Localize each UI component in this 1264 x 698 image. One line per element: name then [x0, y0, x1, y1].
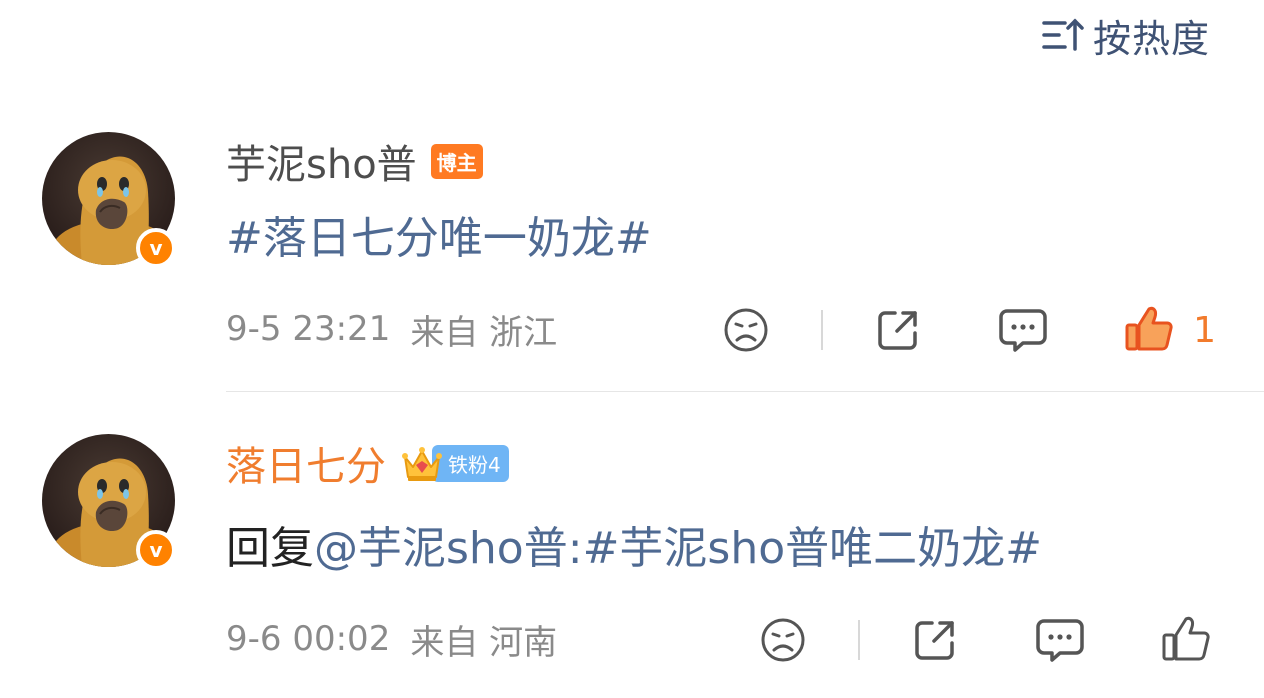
hashtag-link[interactable]: #落日七分唯一奶龙# [226, 213, 652, 264]
blogger-badge: 博主 [430, 143, 483, 179]
comment-button[interactable] [1034, 615, 1086, 665]
comment-icon [1036, 619, 1084, 662]
username[interactable]: 芋泥sho普 [226, 132, 417, 190]
share-button[interactable] [910, 615, 960, 665]
timestamp: 9-6 00:02 [226, 619, 391, 659]
comment-actions: 1 [721, 300, 1216, 360]
comment-icon [999, 309, 1047, 352]
hashtag-link[interactable]: #芋泥sho普唯二奶龙# [583, 523, 1042, 574]
like-button[interactable] [1160, 615, 1212, 665]
location: 来自 浙江 [410, 312, 558, 353]
avatar[interactable]: v [42, 132, 176, 268]
avatar[interactable]: v [42, 434, 176, 570]
mention-link[interactable]: @芋泥sho普 [314, 523, 568, 574]
sad-face-icon [761, 618, 805, 662]
comment-meta: 9-6 00:02 来自 河南 [226, 614, 557, 664]
timestamp: 9-5 23:21 [226, 309, 391, 349]
thumbs-up-icon [1162, 616, 1210, 661]
dislike-button[interactable] [758, 615, 808, 665]
thumbs-up-filled-icon [1125, 306, 1173, 351]
comment-divider [226, 391, 1264, 392]
share-icon [915, 621, 954, 660]
divider [821, 310, 824, 350]
comment-meta: 9-5 23:21 来自 浙江 [226, 304, 557, 354]
sad-face-icon [724, 308, 768, 352]
crown-icon [402, 447, 442, 481]
location: 来自 河南 [410, 622, 558, 663]
sort-label: 按热度 [1092, 16, 1210, 61]
verified-v-icon: v [136, 228, 176, 268]
share-icon [878, 311, 917, 350]
sort-by-hot-button[interactable]: 按热度 [1041, 10, 1210, 61]
comment-button[interactable] [997, 305, 1049, 355]
divider [858, 620, 860, 660]
comment-content: 回复@芋泥sho普:#芋泥sho普唯二奶龙# [226, 512, 1042, 576]
share-button[interactable] [873, 305, 923, 355]
dislike-button[interactable] [721, 305, 771, 355]
colon: : [567, 523, 583, 574]
reply-prefix: 回复 [226, 523, 314, 574]
like-count: 1 [1193, 309, 1216, 351]
username[interactable]: 落日七分 [226, 434, 386, 492]
verified-v-icon: v [136, 530, 176, 570]
fan-badge: 铁粉4 [400, 444, 509, 482]
like-button[interactable] [1123, 305, 1175, 355]
sort-icon [1041, 15, 1085, 55]
comment-content: #落日七分唯一奶龙# [226, 202, 652, 266]
comment-actions [758, 610, 1212, 670]
comment-item: v 落日七分 铁粉4 回复@芋泥sho普:#芋泥sho普唯二奶龙# 9-6 00… [0, 432, 1264, 698]
comment-item: v 芋泥sho普 博主 #落日七分唯一奶龙# 9-5 23:21 来自 浙江 1 [0, 130, 1264, 392]
